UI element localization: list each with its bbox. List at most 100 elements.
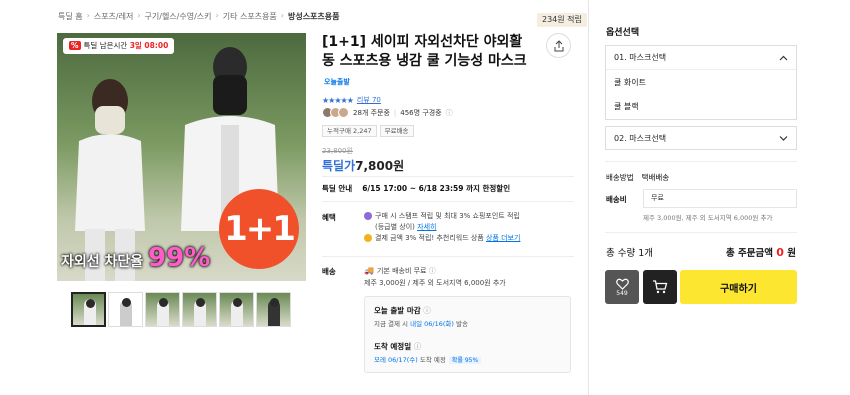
option-select-1-header[interactable]: 01. 마스크선택 [606, 46, 796, 70]
breadcrumb-item[interactable]: 특딜 홈 [58, 11, 83, 22]
arrival-detail: 모레 06/17(수) 도착 예정 확률 95% [374, 354, 482, 364]
chevron-down-icon [779, 136, 788, 141]
like-button[interactable]: 549 [605, 270, 639, 304]
uv-value: 99% [148, 243, 211, 273]
thumbnail[interactable] [71, 292, 106, 327]
shipping-fee-label: 배송비 [606, 195, 627, 204]
shipping-fee-field: 무료 [643, 189, 797, 208]
breadcrumb-separator: › [86, 11, 90, 20]
review-link[interactable]: 리뷰 70 [357, 95, 381, 105]
info-icon[interactable]: ⓘ [446, 108, 453, 118]
benefit-label: 혜택 [322, 213, 336, 222]
shipping-line: 제주 3,000원 / 제주 외 도서지역 6,000원 추가 [364, 277, 506, 289]
breadcrumb-separator: › [280, 11, 284, 20]
divider: | [393, 108, 397, 117]
total-amount-value: 0 [776, 246, 784, 259]
arrival-title-text: 도착 예정일 [374, 342, 412, 351]
reward-icon [364, 234, 372, 242]
option-title: 옵션선택 [606, 28, 640, 38]
divider [322, 256, 574, 257]
cart-icon [653, 280, 668, 294]
one-plus-one-badge: 1+1 [219, 189, 299, 269]
free-shipping-tag: 무료배송 [379, 125, 414, 137]
divider [605, 161, 797, 162]
chevron-up-icon [779, 55, 788, 60]
buyer-avatars [322, 107, 349, 118]
thumbnail[interactable] [145, 292, 180, 327]
cutoff-title-text: 오늘 출발 마감 [374, 306, 421, 315]
total-amount: 총 주문금액 0 원 [726, 245, 796, 259]
shipping-label: 배송 [322, 267, 336, 276]
thumbnail-strip [71, 292, 291, 327]
more-products-link[interactable]: 상품 더보기 [486, 234, 520, 242]
fast-delivery-badge: 오늘출발 [324, 78, 350, 86]
breadcrumb-item[interactable]: 기타 스포츠용품 [223, 11, 277, 22]
buyers-row: 28개 주문중 | 456명 구경중 ⓘ [322, 107, 453, 118]
thumbnail[interactable] [182, 292, 217, 327]
star-rating-icon: ★★★★★ [322, 95, 354, 105]
avatar [338, 107, 349, 118]
arrival-title: 도착 예정일 ⓘ [374, 341, 421, 352]
thumbnail-head [86, 299, 95, 308]
breadcrumb-separator: › [137, 11, 141, 20]
benefit-line3: 결제 금액 3% 적립! 추천리워드 상품 [375, 234, 484, 242]
uv-block-text: 자외선 차단율 99% [61, 243, 210, 273]
truck-icon: 🚚 [364, 266, 374, 275]
rating-row: ★★★★★ 리뷰 70 [322, 95, 381, 105]
thumbnail-head [122, 298, 131, 307]
info-icon[interactable]: ⓘ [429, 267, 436, 275]
product-main-image[interactable]: % 특딜 남은시간 3일 08:00 1+1 자외선 차단율 99% [57, 33, 306, 281]
shipping-line: 🚚 기본 배송비 무료 ⓘ [364, 265, 506, 277]
benefit-line: 구매 시 스탬프 적립 및 최대 3% 쇼핑포인트 적립 [364, 211, 564, 222]
info-icon[interactable]: ⓘ [423, 306, 431, 315]
benefit-detail-link[interactable]: 자세히 [417, 223, 436, 231]
breadcrumb-item[interactable]: 스포츠/레저 [94, 11, 134, 22]
breadcrumb-current[interactable]: 방성스포츠용품 [288, 11, 340, 22]
thumbnail[interactable] [108, 292, 143, 327]
deal-price-value: 7,800원 [355, 159, 405, 173]
original-price: 23,800원 [322, 147, 353, 155]
option-item[interactable]: 쿨 블랙 [606, 94, 796, 118]
deal-info-label: 특딜 안내 [322, 184, 353, 193]
option-select-2[interactable]: 02. 마스크선택 [605, 126, 797, 150]
arrival-date: 모레 06/17(수) [374, 356, 418, 364]
thumbnail[interactable] [219, 292, 254, 327]
info-icon[interactable]: ⓘ [414, 342, 422, 351]
option-select-1: 01. 마스크선택 쿨 화이트 쿨 블랙 [605, 45, 797, 120]
arrival-suffix: 도착 예정 [419, 356, 446, 364]
share-icon [554, 39, 563, 51]
uv-label: 자외선 차단율 [61, 254, 144, 270]
cutoff-detail: 지금 결제 시 내일 06/16(화) 발송 [374, 318, 468, 328]
buy-now-button[interactable]: 구매하기 [680, 270, 797, 304]
points-tag: 234원 적립 [537, 13, 587, 27]
total-amount-label: 총 주문금액 [725, 248, 773, 259]
cutoff-suffix: 발송 [456, 320, 468, 328]
total-quantity: 총 수량 1개 [606, 248, 654, 259]
benefit-line: (등급별 상이) 자세히 [364, 222, 564, 233]
deal-price-label: 특딜가 [322, 159, 356, 173]
shipping-info: 🚚 기본 배송비 무료 ⓘ 제주 3,000원 / 제주 외 도서지역 6,000… [364, 265, 506, 289]
deal-timer-badge: % 특딜 남은시간 3일 08:00 [63, 38, 175, 54]
thumbnail-head [270, 298, 279, 307]
benefit-line1: 구매 시 스탬프 적립 및 최대 3% 쇼핑포인트 적립 [375, 212, 520, 220]
breadcrumb-separator: › [215, 11, 219, 20]
option-select-2-label: 02. 마스크선택 [614, 133, 667, 143]
cumulative-purchase-tag: 누적구매 2,247 [322, 125, 377, 137]
share-button[interactable] [546, 33, 571, 58]
cart-button[interactable] [643, 270, 677, 304]
thumbnail[interactable] [256, 292, 291, 327]
cutoff-prefix: 지금 결제 시 [374, 320, 409, 328]
stamp-icon [364, 212, 372, 220]
like-count: 549 [616, 289, 628, 297]
percent-icon: % [69, 41, 81, 50]
breadcrumb-item[interactable]: 구기/헬스/수영/스키 [145, 11, 212, 22]
shipping-line2: 제주 3,000원 / 제주 외 도서지역 6,000원 추가 [364, 279, 506, 287]
benefit-line: 결제 금액 3% 적립! 추천리워드 상품 상품 더보기 [364, 233, 564, 244]
deal-info: 특딜 안내 6/15 17:00 ~ 6/18 23:59 까지 한정할인 [322, 183, 510, 194]
benefit-line2: (등급별 상이) [375, 223, 415, 231]
divider [605, 232, 797, 233]
total-amount-unit: 원 [787, 248, 796, 259]
deal-info-text: 6/15 17:00 ~ 6/18 23:59 까지 한정할인 [362, 184, 511, 193]
option-item[interactable]: 쿨 화이트 [606, 70, 796, 94]
thumbnail-head [196, 298, 205, 307]
